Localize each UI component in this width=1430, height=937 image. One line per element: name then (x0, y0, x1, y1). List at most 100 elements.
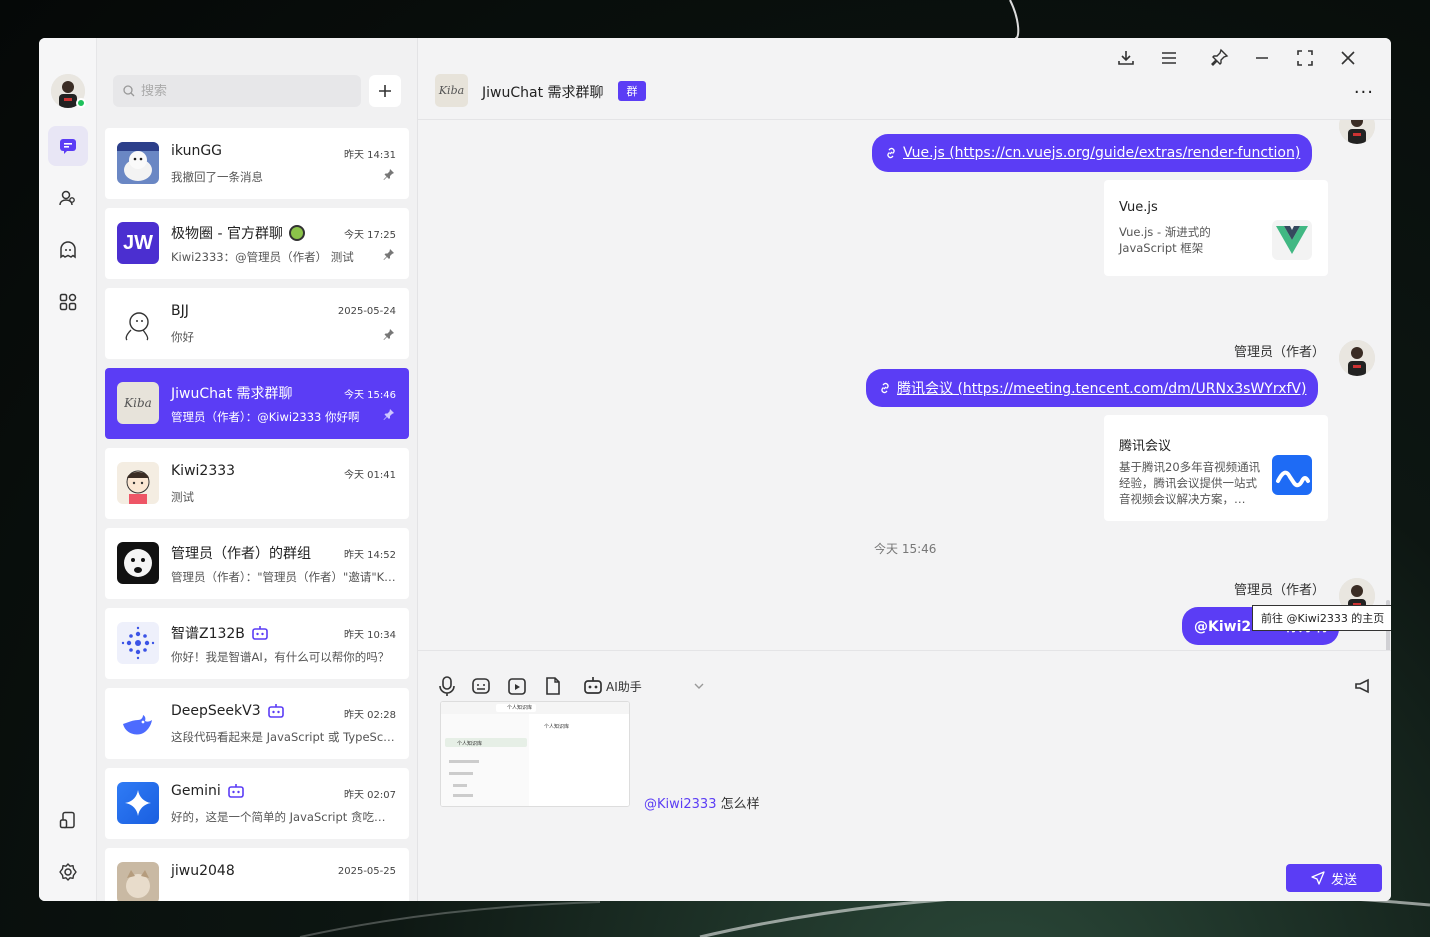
ghost-icon (60, 241, 76, 259)
nav-settings-button[interactable] (48, 852, 88, 892)
announcement-icon[interactable] (1352, 675, 1374, 697)
chat-avatar[interactable]: Kiba (435, 74, 468, 107)
file-icon[interactable] (542, 675, 564, 697)
session-preview: 测试 (171, 490, 194, 504)
session-time: 昨天 10:34 (344, 630, 396, 641)
ai-bot-icon[interactable] (582, 675, 604, 697)
emoji-icon[interactable] (470, 675, 492, 697)
video-icon[interactable] (506, 675, 528, 697)
vue-logo-icon (1272, 220, 1312, 260)
session-item-kiwi2333[interactable]: Kiwi2333 今天 01:41 测试 (105, 448, 409, 519)
session-list-panel: ikunGG 昨天 14:31 我撤回了一条消息 JW 极物圈 - 官方群聊 今… (97, 38, 418, 901)
send-icon (1311, 871, 1325, 885)
message-sender: 管理员（作者） (1234, 583, 1326, 598)
maximize-icon[interactable] (1295, 48, 1315, 68)
nav-apps-button[interactable] (48, 282, 88, 322)
link-preview-card-vue[interactable]: Vue.js Vue.js - 渐进式的 JavaScript 框架 (1104, 180, 1328, 276)
screenshot-main-title: 个人知识库 (544, 724, 570, 730)
group-badge: 群 (618, 81, 646, 101)
mention-tooltip: 前往 @Kiwi2333 的主页 (1252, 605, 1391, 631)
pin-icon[interactable] (383, 248, 395, 260)
session-avatar: JW (117, 222, 159, 264)
session-avatar (117, 702, 159, 744)
nav-device-button[interactable] (48, 800, 88, 840)
link-preview-card-tencent[interactable]: 腾讯会议 基于腾讯20多年音视频通讯经验，腾讯会议提供一站式音视频会议解决方案，… (1104, 415, 1328, 521)
session-name: 智谱Z132B (171, 623, 269, 643)
nav-ai-button[interactable] (48, 230, 88, 270)
session-item-ikungg[interactable]: ikunGG 昨天 14:31 我撤回了一条消息 (105, 128, 409, 199)
session-preview: 你好！我是智谱AI，有什么可以帮你的吗？ (171, 650, 390, 664)
download-icon[interactable] (1116, 48, 1136, 68)
session-name: JiwuChat 需求群聊 (171, 386, 293, 402)
message-avatar[interactable] (1339, 120, 1375, 144)
pin-window-icon[interactable] (1209, 48, 1229, 68)
session-item-bjj[interactable]: BJJ 2025-05-24 你好 (105, 288, 409, 359)
gear-icon (59, 863, 77, 881)
screenshot-thumbnail (441, 702, 629, 806)
session-item-gemini[interactable]: Gemini 昨天 02:07 好的，这是一个简单的 JavaScript 贪吃… (105, 768, 409, 839)
pin-icon[interactable] (383, 408, 395, 420)
session-item-deepseek[interactable]: DeepSeekV3 昨天 02:28 这段代码看起来是 JavaScript … (105, 688, 409, 759)
pin-icon[interactable] (383, 168, 395, 180)
session-time: 2025-05-25 (337, 866, 396, 877)
session-item-zhipu[interactable]: 智谱Z132B 昨天 10:34 你好！我是智谱AI，有什么可以帮你的吗？ (105, 608, 409, 679)
device-icon (59, 811, 75, 829)
card-description: 基于腾讯20多年音视频通讯经验，腾讯会议提供一站式音视频会议解决方案，… (1119, 460, 1261, 506)
composer: AI助手 个人知识库 个人知识库 个人知识库 @Kiwi2333 怎么样 发送 (418, 650, 1391, 901)
session-name: BJJ (171, 303, 189, 319)
bot-icon (252, 626, 268, 640)
voice-icon[interactable] (436, 675, 458, 697)
session-preview: 管理员（作者）："管理员（作者）"邀请"Kiwi2333"加入群聊 (171, 570, 396, 584)
session-item-admin-group[interactable]: 管理员（作者）的群组 昨天 14:52 管理员（作者）："管理员（作者）"邀请"… (105, 528, 409, 599)
add-button[interactable] (369, 75, 401, 107)
online-status-dot (76, 98, 86, 108)
close-icon[interactable] (1338, 48, 1358, 68)
session-name: ikunGG (171, 143, 223, 159)
session-avatar (117, 462, 159, 504)
message-avatar[interactable] (1339, 340, 1375, 376)
grid-icon (59, 293, 77, 311)
bot-icon (267, 704, 284, 718)
session-avatar (117, 862, 159, 901)
plus-icon (379, 85, 391, 97)
session-name: jiwu2048 (171, 863, 235, 879)
message-link-bubble[interactable]: 腾讯会议 (https://meeting.tencent.com/dm/URN… (866, 369, 1319, 407)
link-icon (887, 147, 895, 159)
session-preview: Kiwi2333：@管理员（作者） 测试 (171, 250, 354, 264)
app-window: ikunGG 昨天 14:31 我撤回了一条消息 JW 极物圈 - 官方群聊 今… (39, 38, 1391, 901)
message-sender: 管理员（作者） (1234, 345, 1326, 360)
nav-messages-button[interactable] (48, 126, 88, 166)
message-link[interactable]: Vue.js (https://cn.vuejs.org/guide/extra… (903, 145, 1300, 161)
search-input[interactable] (141, 83, 341, 99)
link-icon (881, 382, 889, 394)
minimize-icon[interactable] (1252, 48, 1272, 68)
tencent-meeting-logo-icon (1272, 455, 1312, 495)
menu-icon[interactable] (1159, 48, 1179, 68)
chevron-down-icon[interactable] (692, 679, 706, 693)
session-avatar (117, 782, 159, 824)
chat-icon (60, 139, 76, 154)
session-item-jiwu-official[interactable]: JW 极物圈 - 官方群聊 今天 17:25 Kiwi2333：@管理员（作者）… (105, 208, 409, 279)
pasted-screenshot[interactable]: 个人知识库 个人知识库 个人知识库 (440, 701, 630, 807)
more-options-button[interactable]: ··· (1354, 82, 1374, 103)
session-preview: 你好 (171, 330, 194, 344)
send-button[interactable]: 发送 (1286, 864, 1382, 892)
screenshot-sidebar-label: 个人知识库 (457, 741, 483, 747)
session-item-jiwuchat-group[interactable]: Kiba JiwuChat 需求群聊 今天 15:46 管理员（作者）：@Kiw… (105, 368, 409, 439)
compose-text: 怎么样 (716, 797, 760, 812)
compose-mention: @Kiwi2333 (644, 797, 717, 812)
chat-panel: Kiba JiwuChat 需求群聊 群 ··· Vue.js (https:/… (418, 38, 1391, 901)
session-time: 今天 17:25 (344, 230, 396, 241)
session-item-jiwu2048[interactable]: jiwu2048 2025-05-25 (105, 848, 409, 901)
message-link[interactable]: 腾讯会议 (https://meeting.tencent.com/dm/URN… (897, 378, 1306, 398)
session-time: 昨天 02:28 (344, 710, 396, 721)
compose-input[interactable]: @Kiwi2333 怎么样 (644, 793, 760, 812)
session-list: ikunGG 昨天 14:31 我撤回了一条消息 JW 极物圈 - 官方群聊 今… (105, 128, 409, 901)
message-link-bubble[interactable]: Vue.js (https://cn.vuejs.org/guide/extra… (872, 134, 1313, 172)
pin-icon[interactable] (383, 328, 395, 340)
ai-assistant-label[interactable]: AI助手 (606, 678, 642, 695)
session-time: 2025-05-24 (337, 306, 396, 317)
card-description: Vue.js - 渐进式的 JavaScript 框架 (1119, 225, 1211, 255)
nav-contacts-button[interactable] (48, 178, 88, 218)
search-box[interactable] (113, 75, 361, 107)
